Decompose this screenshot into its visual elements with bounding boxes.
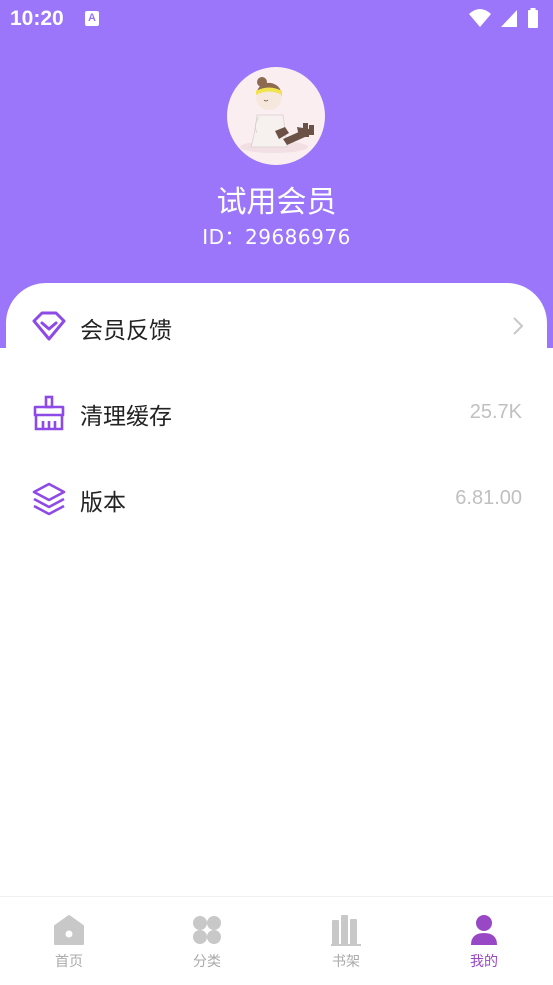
grid-icon bbox=[193, 916, 221, 944]
wifi-icon bbox=[468, 9, 491, 27]
layers-icon bbox=[32, 482, 66, 516]
battery-icon bbox=[528, 8, 538, 28]
person-icon bbox=[471, 915, 497, 945]
notification-a-icon: A bbox=[85, 11, 99, 26]
version-value: 6.81.00 bbox=[455, 487, 522, 509]
signal-icon bbox=[500, 10, 517, 27]
user-id-value: 29686976 bbox=[245, 225, 351, 249]
tab-label: 分类 bbox=[193, 954, 221, 970]
status-time: 10:20 bbox=[10, 7, 64, 30]
bookshelf-icon bbox=[331, 915, 361, 946]
tab-home[interactable]: 首页 bbox=[0, 897, 138, 985]
chevron-right-icon bbox=[513, 317, 524, 335]
tab-label: 我的 bbox=[470, 954, 498, 970]
status-bar: 10:20 A bbox=[0, 0, 553, 38]
home-icon bbox=[54, 915, 84, 945]
tab-bookshelf[interactable]: 书架 bbox=[277, 897, 415, 985]
tab-label: 书架 bbox=[332, 954, 360, 970]
heart-diamond-icon bbox=[32, 311, 66, 341]
user-id-label: ID： bbox=[202, 225, 245, 249]
menu-label: 清理缓存 bbox=[80, 404, 172, 430]
avatar[interactable] bbox=[227, 67, 325, 165]
menu-item-version[interactable]: 版本 6.81.00 bbox=[0, 468, 553, 528]
bottom-tab-bar: 首页 分类 书架 我的 bbox=[0, 896, 553, 985]
avatar-illustration-icon bbox=[240, 77, 314, 153]
broom-icon bbox=[33, 395, 65, 431]
user-id: ID：29686976 bbox=[0, 221, 553, 250]
menu-label: 版本 bbox=[80, 490, 126, 516]
menu-item-vip-feedback[interactable]: 会员反馈 bbox=[0, 296, 553, 356]
status-icons bbox=[465, 8, 539, 28]
tab-label: 首页 bbox=[55, 954, 83, 970]
username: 试用会员 bbox=[216, 185, 337, 220]
tab-category[interactable]: 分类 bbox=[138, 897, 276, 985]
menu-label: 会员反馈 bbox=[80, 318, 172, 344]
tab-mine[interactable]: 我的 bbox=[415, 897, 553, 985]
menu-item-clear-cache[interactable]: 清理缓存 25.7K bbox=[0, 382, 553, 442]
cache-size-value: 25.7K bbox=[469, 401, 522, 423]
